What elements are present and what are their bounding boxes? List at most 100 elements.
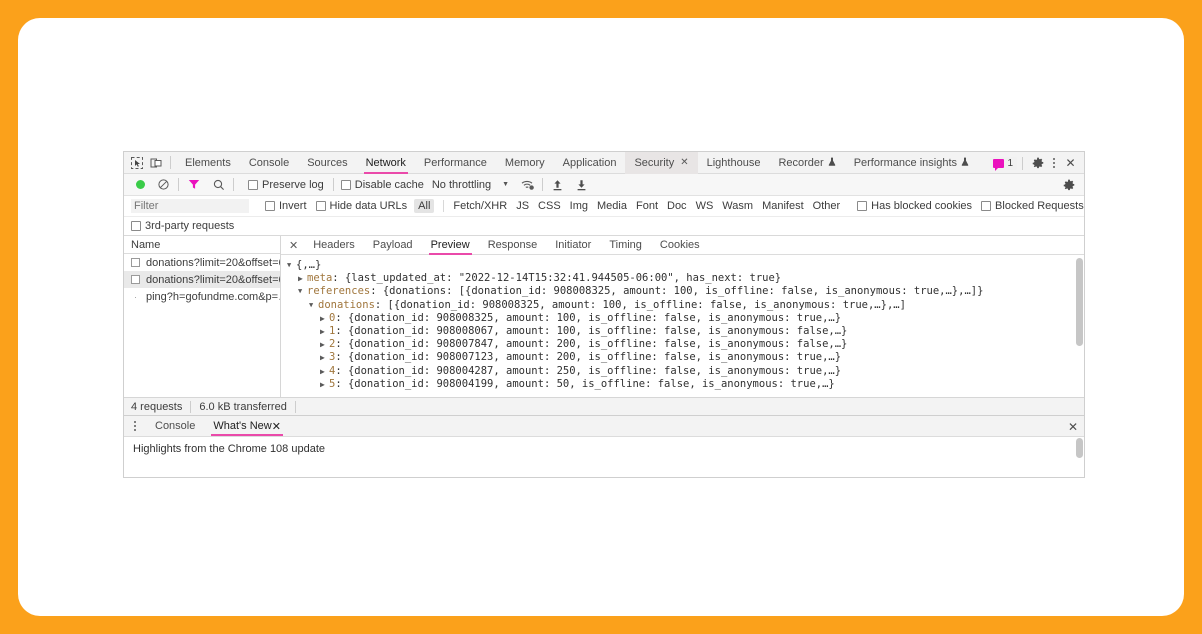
json-line-root[interactable]: ▼ {,…}	[287, 259, 1084, 272]
filter-type-js[interactable]: JS	[516, 200, 529, 212]
json-line-donation-1[interactable]: ▶ 1 : {donation_id: 908008067, amount: 1…	[287, 325, 1084, 338]
tab-sources[interactable]: Sources	[298, 152, 356, 174]
record-button-icon[interactable]	[131, 176, 150, 193]
drawer-tab-console[interactable]: Console	[146, 417, 204, 436]
tab-console[interactable]: Console	[240, 152, 298, 174]
toolbar-divider-3	[333, 178, 334, 191]
request-row-2[interactable]: · ping?h=gofundme.com&p=…	[124, 288, 280, 305]
chevron-right-icon[interactable]: ▶	[320, 351, 329, 364]
chevron-right-icon[interactable]: ▶	[320, 365, 329, 378]
json-line-donation-5[interactable]: ▶ 5 : {donation_id: 908004199, amount: 5…	[287, 378, 1084, 391]
tab-performance[interactable]: Performance	[415, 152, 496, 174]
detail-tab-timing[interactable]: Timing	[600, 236, 651, 255]
detail-tab-label: Initiator	[555, 239, 591, 251]
tab-label: Sources	[307, 157, 347, 169]
drawer-more-options-icon[interactable]	[128, 421, 142, 431]
detail-tab-initiator[interactable]: Initiator	[546, 236, 600, 255]
detail-tab-response[interactable]: Response	[479, 236, 547, 255]
request-row-0[interactable]: donations?limit=20&offset=6…	[124, 254, 280, 271]
device-toolbar-icon[interactable]	[146, 154, 165, 171]
detail-tab-cookies[interactable]: Cookies	[651, 236, 709, 255]
filter-type-wasm[interactable]: Wasm	[722, 200, 753, 212]
inspect-element-icon[interactable]	[127, 154, 146, 171]
close-detail-icon[interactable]: ✕	[285, 239, 304, 252]
detail-tab-headers[interactable]: Headers	[304, 236, 364, 255]
request-list-header: Name	[124, 236, 280, 254]
tab-label: Security	[634, 157, 674, 169]
filter-type-other[interactable]: Other	[813, 200, 841, 212]
disable-cache-checkbox[interactable]: Disable cache	[341, 179, 424, 191]
has-blocked-cookies-checkbox[interactable]: Has blocked cookies	[857, 200, 972, 212]
close-icon[interactable]: ✕	[680, 157, 688, 168]
close-devtools-icon[interactable]: ✕	[1061, 155, 1080, 172]
tab-lighthouse[interactable]: Lighthouse	[698, 152, 770, 174]
close-drawer-icon[interactable]: ✕	[1068, 420, 1078, 434]
blocked-requests-checkbox[interactable]: Blocked Requests	[981, 200, 1084, 212]
gear-icon[interactable]	[1028, 155, 1047, 172]
chevron-right-icon[interactable]: ▶	[298, 272, 307, 285]
network-settings-gear-icon[interactable]	[1059, 177, 1078, 194]
json-line-donation-3[interactable]: ▶ 3 : {donation_id: 908007123, amount: 2…	[287, 351, 1084, 364]
tab-performance-insights[interactable]: Performance insights	[845, 152, 978, 174]
third-party-requests-checkbox[interactable]: 3rd-party requests	[131, 220, 234, 232]
import-har-icon[interactable]	[548, 176, 567, 193]
filter-type-fetch-xhr[interactable]: Fetch/XHR	[453, 200, 507, 212]
chevron-down-icon[interactable]: ▼	[298, 285, 307, 298]
filter-type-doc[interactable]: Doc	[667, 200, 687, 212]
detail-tab-payload[interactable]: Payload	[364, 236, 422, 255]
drawer-scrollbar[interactable]	[1076, 438, 1083, 458]
filter-input[interactable]	[131, 199, 249, 213]
close-icon[interactable]: ✕	[272, 420, 281, 433]
filter-type-img[interactable]: Img	[570, 200, 588, 212]
json-line-references[interactable]: ▼ references : {donations: [{donation_id…	[287, 285, 1084, 298]
tab-elements[interactable]: Elements	[176, 152, 240, 174]
preserve-log-checkbox[interactable]: Preserve log	[248, 179, 324, 191]
checkbox-box	[857, 201, 867, 211]
filter-icon[interactable]	[184, 176, 203, 193]
filter-type-media[interactable]: Media	[597, 200, 627, 212]
json-line-meta[interactable]: ▶ meta : {last_updated_at: "2022-12-14T1…	[287, 272, 1084, 285]
orange-frame: Elements Console Sources Network Perform…	[0, 0, 1202, 634]
detail-tab-preview[interactable]: Preview	[422, 236, 479, 255]
tab-network[interactable]: Network	[357, 152, 415, 174]
row-checkbox[interactable]	[131, 258, 140, 267]
row-checkbox[interactable]	[131, 275, 140, 284]
search-icon[interactable]	[209, 176, 228, 193]
json-line-donations[interactable]: ▼ donations : [{donation_id: 908008325, …	[287, 299, 1084, 312]
more-options-icon[interactable]	[1047, 155, 1061, 172]
json-preview-tree[interactable]: ▼ {,…} ▶ meta : {last_updated_at: "2022-…	[281, 255, 1084, 396]
clear-icon[interactable]	[154, 176, 173, 193]
drawer-tab-whats-new[interactable]: What's New ✕	[204, 417, 290, 436]
hide-data-urls-checkbox[interactable]: Hide data URLs	[316, 200, 408, 212]
request-row-1[interactable]: donations?limit=20&offset=6…	[124, 271, 280, 288]
message-count-badge[interactable]: 1	[990, 157, 1017, 170]
tab-security[interactable]: Security ✕	[625, 152, 697, 174]
chevron-right-icon[interactable]: ▶	[320, 378, 329, 391]
detail-tab-label: Preview	[431, 239, 470, 251]
checkbox-box	[131, 221, 141, 231]
export-har-icon[interactable]	[572, 176, 591, 193]
invert-label: Invert	[279, 200, 307, 212]
json-line-donation-4[interactable]: ▶ 4 : {donation_id: 908004287, amount: 2…	[287, 365, 1084, 378]
filter-type-css[interactable]: CSS	[538, 200, 561, 212]
chevron-right-icon[interactable]: ▶	[320, 338, 329, 351]
network-conditions-icon[interactable]	[518, 176, 537, 193]
filter-type-manifest[interactable]: Manifest	[762, 200, 804, 212]
preview-scrollbar[interactable]	[1076, 258, 1083, 346]
chevron-down-icon[interactable]: ▼	[287, 259, 296, 272]
json-line-text: : [{donation_id: 908008325, amount: 100,…	[375, 299, 906, 312]
tab-memory[interactable]: Memory	[496, 152, 554, 174]
filter-type-ws[interactable]: WS	[696, 200, 714, 212]
tab-recorder[interactable]: Recorder	[769, 152, 844, 174]
tab-application[interactable]: Application	[554, 152, 626, 174]
chevron-down-icon[interactable]: ▼	[309, 299, 318, 312]
throttling-select[interactable]: No throttling	[432, 179, 491, 191]
chevron-right-icon[interactable]: ▶	[320, 325, 329, 338]
json-line-donation-0[interactable]: ▶ 0 : {donation_id: 908008325, amount: 1…	[287, 312, 1084, 325]
chevron-right-icon[interactable]: ▶	[320, 312, 329, 325]
chevron-down-icon[interactable]: ▼	[502, 181, 509, 188]
invert-checkbox[interactable]: Invert	[265, 200, 307, 212]
json-line-donation-2[interactable]: ▶ 2 : {donation_id: 908007847, amount: 2…	[287, 338, 1084, 351]
filter-type-font[interactable]: Font	[636, 200, 658, 212]
filter-type-all[interactable]: All	[414, 199, 434, 213]
